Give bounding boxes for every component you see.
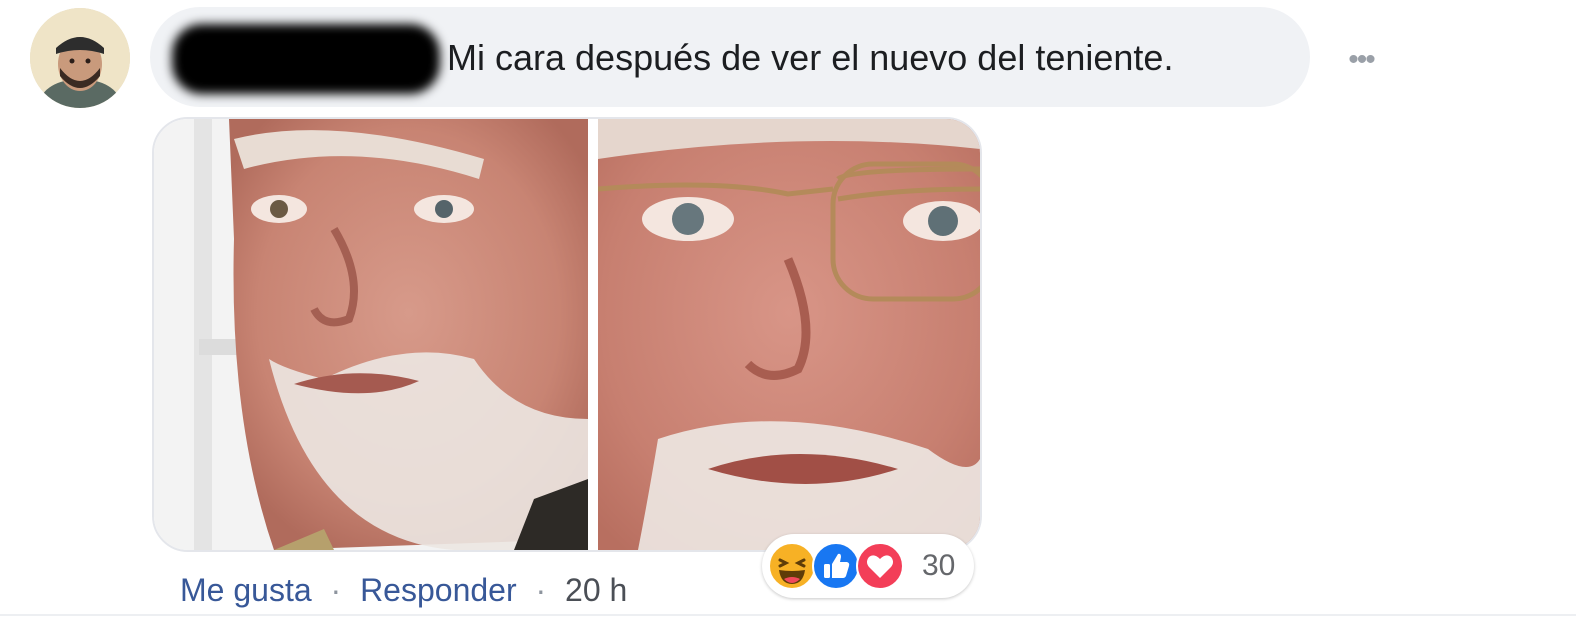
- ellipsis-icon: •••: [1348, 43, 1375, 76]
- love-icon: [856, 542, 904, 590]
- commenter-avatar[interactable]: [30, 8, 130, 108]
- avatar-image: [30, 8, 130, 108]
- reaction-count: 30: [922, 549, 956, 582]
- comment-attached-image[interactable]: [152, 117, 982, 552]
- separator: ·: [535, 572, 547, 608]
- meme-panel-right: [598, 119, 980, 550]
- comment-actions: Me gusta · Responder · 20 h: [180, 570, 627, 610]
- redacted-author-name: [172, 24, 440, 94]
- comment-text: Mi cara después de ver el nuevo del teni…: [447, 37, 1174, 78]
- meme-panel-left: [154, 119, 588, 550]
- reactions-summary[interactable]: 30: [762, 534, 974, 598]
- like-icon: [812, 542, 860, 590]
- comment-timestamp[interactable]: 20 h: [565, 572, 627, 608]
- separator: ·: [330, 572, 342, 608]
- divider: [0, 614, 1576, 616]
- reply-link[interactable]: Responder: [360, 572, 517, 608]
- more-options-button[interactable]: •••: [1336, 40, 1386, 80]
- haha-icon: [768, 542, 816, 590]
- like-link[interactable]: Me gusta: [180, 572, 312, 608]
